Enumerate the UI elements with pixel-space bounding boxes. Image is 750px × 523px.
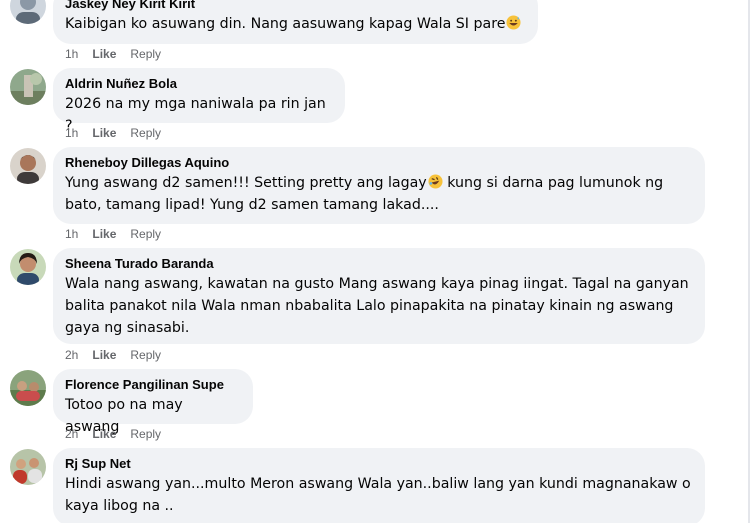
like-button[interactable]: Like bbox=[92, 427, 116, 441]
comment-time[interactable]: 1h bbox=[65, 47, 78, 61]
comment-actions: 1h Like Reply bbox=[65, 126, 175, 140]
comment-actions: 1h Like Reply bbox=[65, 227, 175, 241]
comment-text-content: Yung aswang d2 samen!!! Setting pretty a… bbox=[65, 175, 427, 191]
like-button[interactable]: Like bbox=[92, 47, 116, 61]
comments-section: Jaskey Ney Kirit Kirit Kaibigan ko asuwa… bbox=[0, 0, 750, 523]
avatar[interactable] bbox=[10, 148, 46, 184]
rofl-emoji-icon bbox=[428, 174, 443, 189]
comment-bubble: Aldrin Nuñez Bola 2026 na my mga naniwal… bbox=[53, 68, 345, 134]
comment-time[interactable]: 2h bbox=[65, 348, 78, 362]
comment-author[interactable]: Rj Sup Net bbox=[65, 455, 693, 472]
reply-button[interactable]: Reply bbox=[130, 126, 161, 140]
comment-author[interactable]: Sheena Turado Baranda bbox=[65, 255, 693, 272]
comment-bubble: Sheena Turado Baranda Wala nang aswang, … bbox=[53, 248, 705, 344]
avatar[interactable] bbox=[10, 370, 46, 406]
reply-button[interactable]: Reply bbox=[130, 427, 161, 441]
like-button[interactable]: Like bbox=[92, 126, 116, 140]
comment-time[interactable]: 2h bbox=[65, 427, 78, 441]
comment-actions: 2h Like Reply bbox=[65, 427, 175, 441]
comment-actions: 1h Like Reply bbox=[65, 47, 175, 61]
avatar[interactable] bbox=[10, 249, 46, 285]
avatar[interactable] bbox=[10, 69, 46, 105]
reply-button[interactable]: Reply bbox=[130, 47, 161, 61]
comment-author[interactable]: Rheneboy Dillegas Aquino bbox=[65, 154, 693, 171]
comment-bubble: Rj Sup Net Hindi aswang yan...multo Mero… bbox=[53, 448, 705, 523]
grinning-sweat-emoji-icon bbox=[506, 15, 521, 30]
comment-actions: 2h Like Reply bbox=[65, 348, 175, 362]
comment-bubble: Jaskey Ney Kirit Kirit Kaibigan ko asuwa… bbox=[53, 0, 538, 44]
comment-text: Hindi aswang yan...multo Meron aswang Wa… bbox=[65, 476, 691, 514]
comment-time[interactable]: 1h bbox=[65, 126, 78, 140]
avatar[interactable] bbox=[10, 449, 46, 485]
comment-text: Wala nang aswang, kawatan na gusto Mang … bbox=[65, 276, 689, 336]
reply-button[interactable]: Reply bbox=[130, 227, 161, 241]
comment-author[interactable]: Jaskey Ney Kirit Kirit bbox=[65, 0, 526, 12]
comment-author[interactable]: Florence Pangilinan Supe bbox=[65, 376, 241, 393]
comment-author[interactable]: Aldrin Nuñez Bola bbox=[65, 75, 333, 92]
like-button[interactable]: Like bbox=[92, 227, 116, 241]
reply-button[interactable]: Reply bbox=[130, 348, 161, 362]
comment-bubble: Florence Pangilinan Supe Totoo po na may… bbox=[53, 369, 253, 435]
comment-text: Yung aswang d2 samen!!! Setting pretty a… bbox=[65, 172, 693, 216]
avatar[interactable] bbox=[10, 0, 46, 24]
like-button[interactable]: Like bbox=[92, 348, 116, 362]
comment-bubble: Rheneboy Dillegas Aquino Yung aswang d2 … bbox=[53, 147, 705, 224]
comment-text: Kaibigan ko asuwang din. Nang aasuwang k… bbox=[65, 13, 526, 35]
comment-time[interactable]: 1h bbox=[65, 227, 78, 241]
comment-text-content: Kaibigan ko asuwang din. Nang aasuwang k… bbox=[65, 16, 506, 32]
